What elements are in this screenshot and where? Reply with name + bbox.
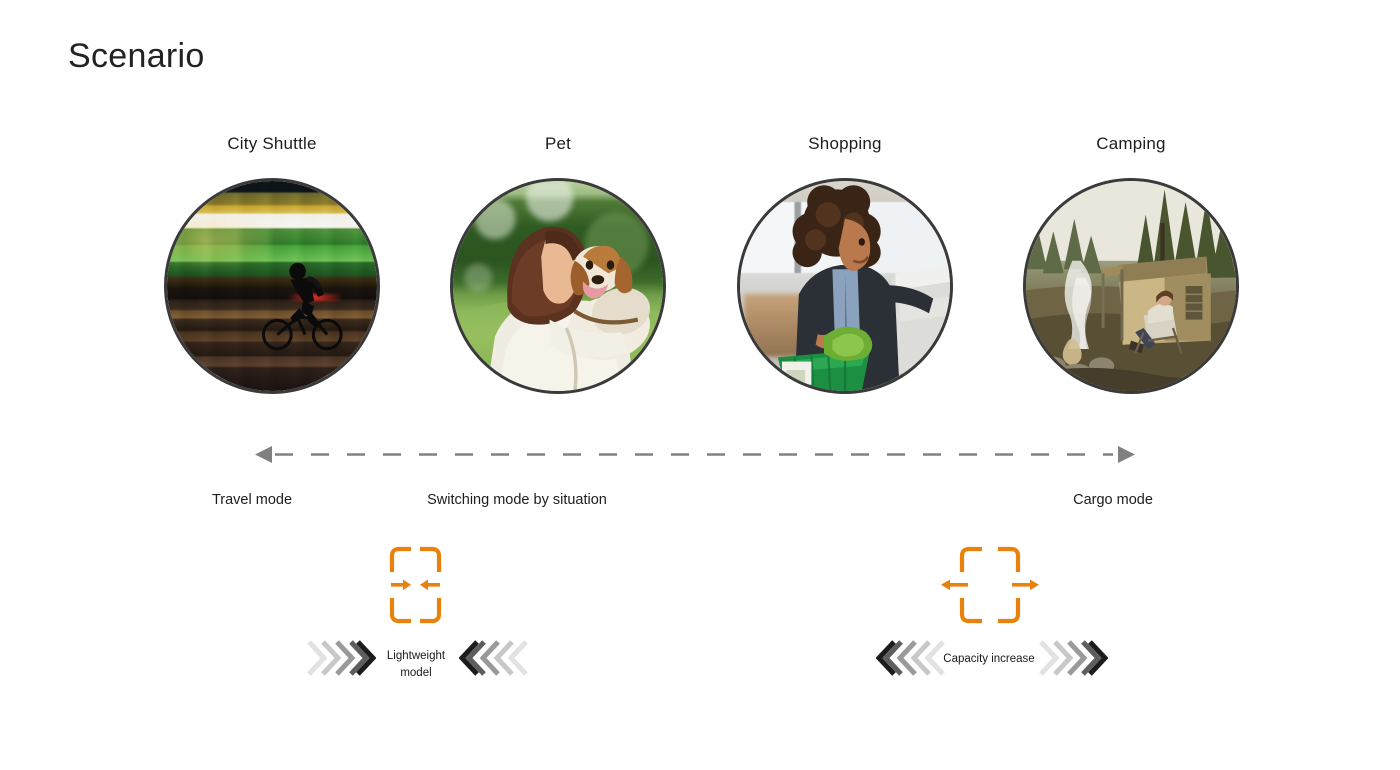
scenario-card-shopping[interactable]: Shopping bbox=[730, 132, 960, 394]
scenario-label: Pet bbox=[544, 134, 572, 153]
scenario-photo-shopping bbox=[737, 178, 953, 394]
axis-label-cargo-mode: Cargo mode bbox=[1073, 492, 1153, 508]
mode-axis-arrow bbox=[255, 446, 1135, 463]
shopper-illustration bbox=[777, 185, 950, 391]
mode-caption-capacity: Capacity increase bbox=[943, 653, 1035, 665]
woman-and-dog-illustration bbox=[453, 226, 663, 391]
slide-canvas: Scenario City Shuttle Pet Shopping Campi… bbox=[0, 0, 1400, 770]
scenario-card-camping[interactable]: Camping bbox=[1016, 132, 1246, 394]
scenario-row: City Shuttle Pet Shopping Camping bbox=[0, 132, 1400, 412]
scenario-label: City Shuttle bbox=[227, 134, 317, 153]
scenario-label: Shopping bbox=[808, 134, 882, 153]
mode-axis-labels: Travel mode Switching mode by situation … bbox=[0, 489, 1400, 513]
expand-outward-icon[interactable] bbox=[938, 546, 1042, 624]
axis-label-travel-mode: Travel mode bbox=[211, 492, 293, 508]
scenario-photo-city-shuttle bbox=[164, 178, 380, 394]
arrow-inward-pair bbox=[391, 579, 440, 591]
arrow-right-icon bbox=[1118, 446, 1135, 463]
arrow-outward-pair bbox=[941, 579, 1039, 591]
campsite-illustration bbox=[1026, 181, 1236, 391]
compress-inward-icon[interactable] bbox=[389, 546, 442, 624]
chevron-row-right-lightweight bbox=[459, 636, 529, 680]
mode-axis bbox=[255, 443, 1135, 467]
axis-label-switching-mode: Switching mode by situation bbox=[427, 492, 607, 508]
scenario-label: Camping bbox=[1096, 134, 1166, 153]
page-title: Scenario bbox=[68, 37, 205, 75]
scenario-photo-camping bbox=[1023, 178, 1239, 394]
mode-caption-lightweight: Lightweight model bbox=[386, 650, 446, 679]
arrow-left-icon bbox=[255, 446, 272, 463]
scenario-photo-pet bbox=[450, 178, 666, 394]
chevron-row-left-lightweight bbox=[306, 636, 376, 680]
scenario-card-pet[interactable]: Pet bbox=[443, 132, 673, 394]
cyclist-silhouette-icon bbox=[262, 262, 343, 350]
scenario-card-city-shuttle[interactable]: City Shuttle bbox=[157, 132, 387, 394]
